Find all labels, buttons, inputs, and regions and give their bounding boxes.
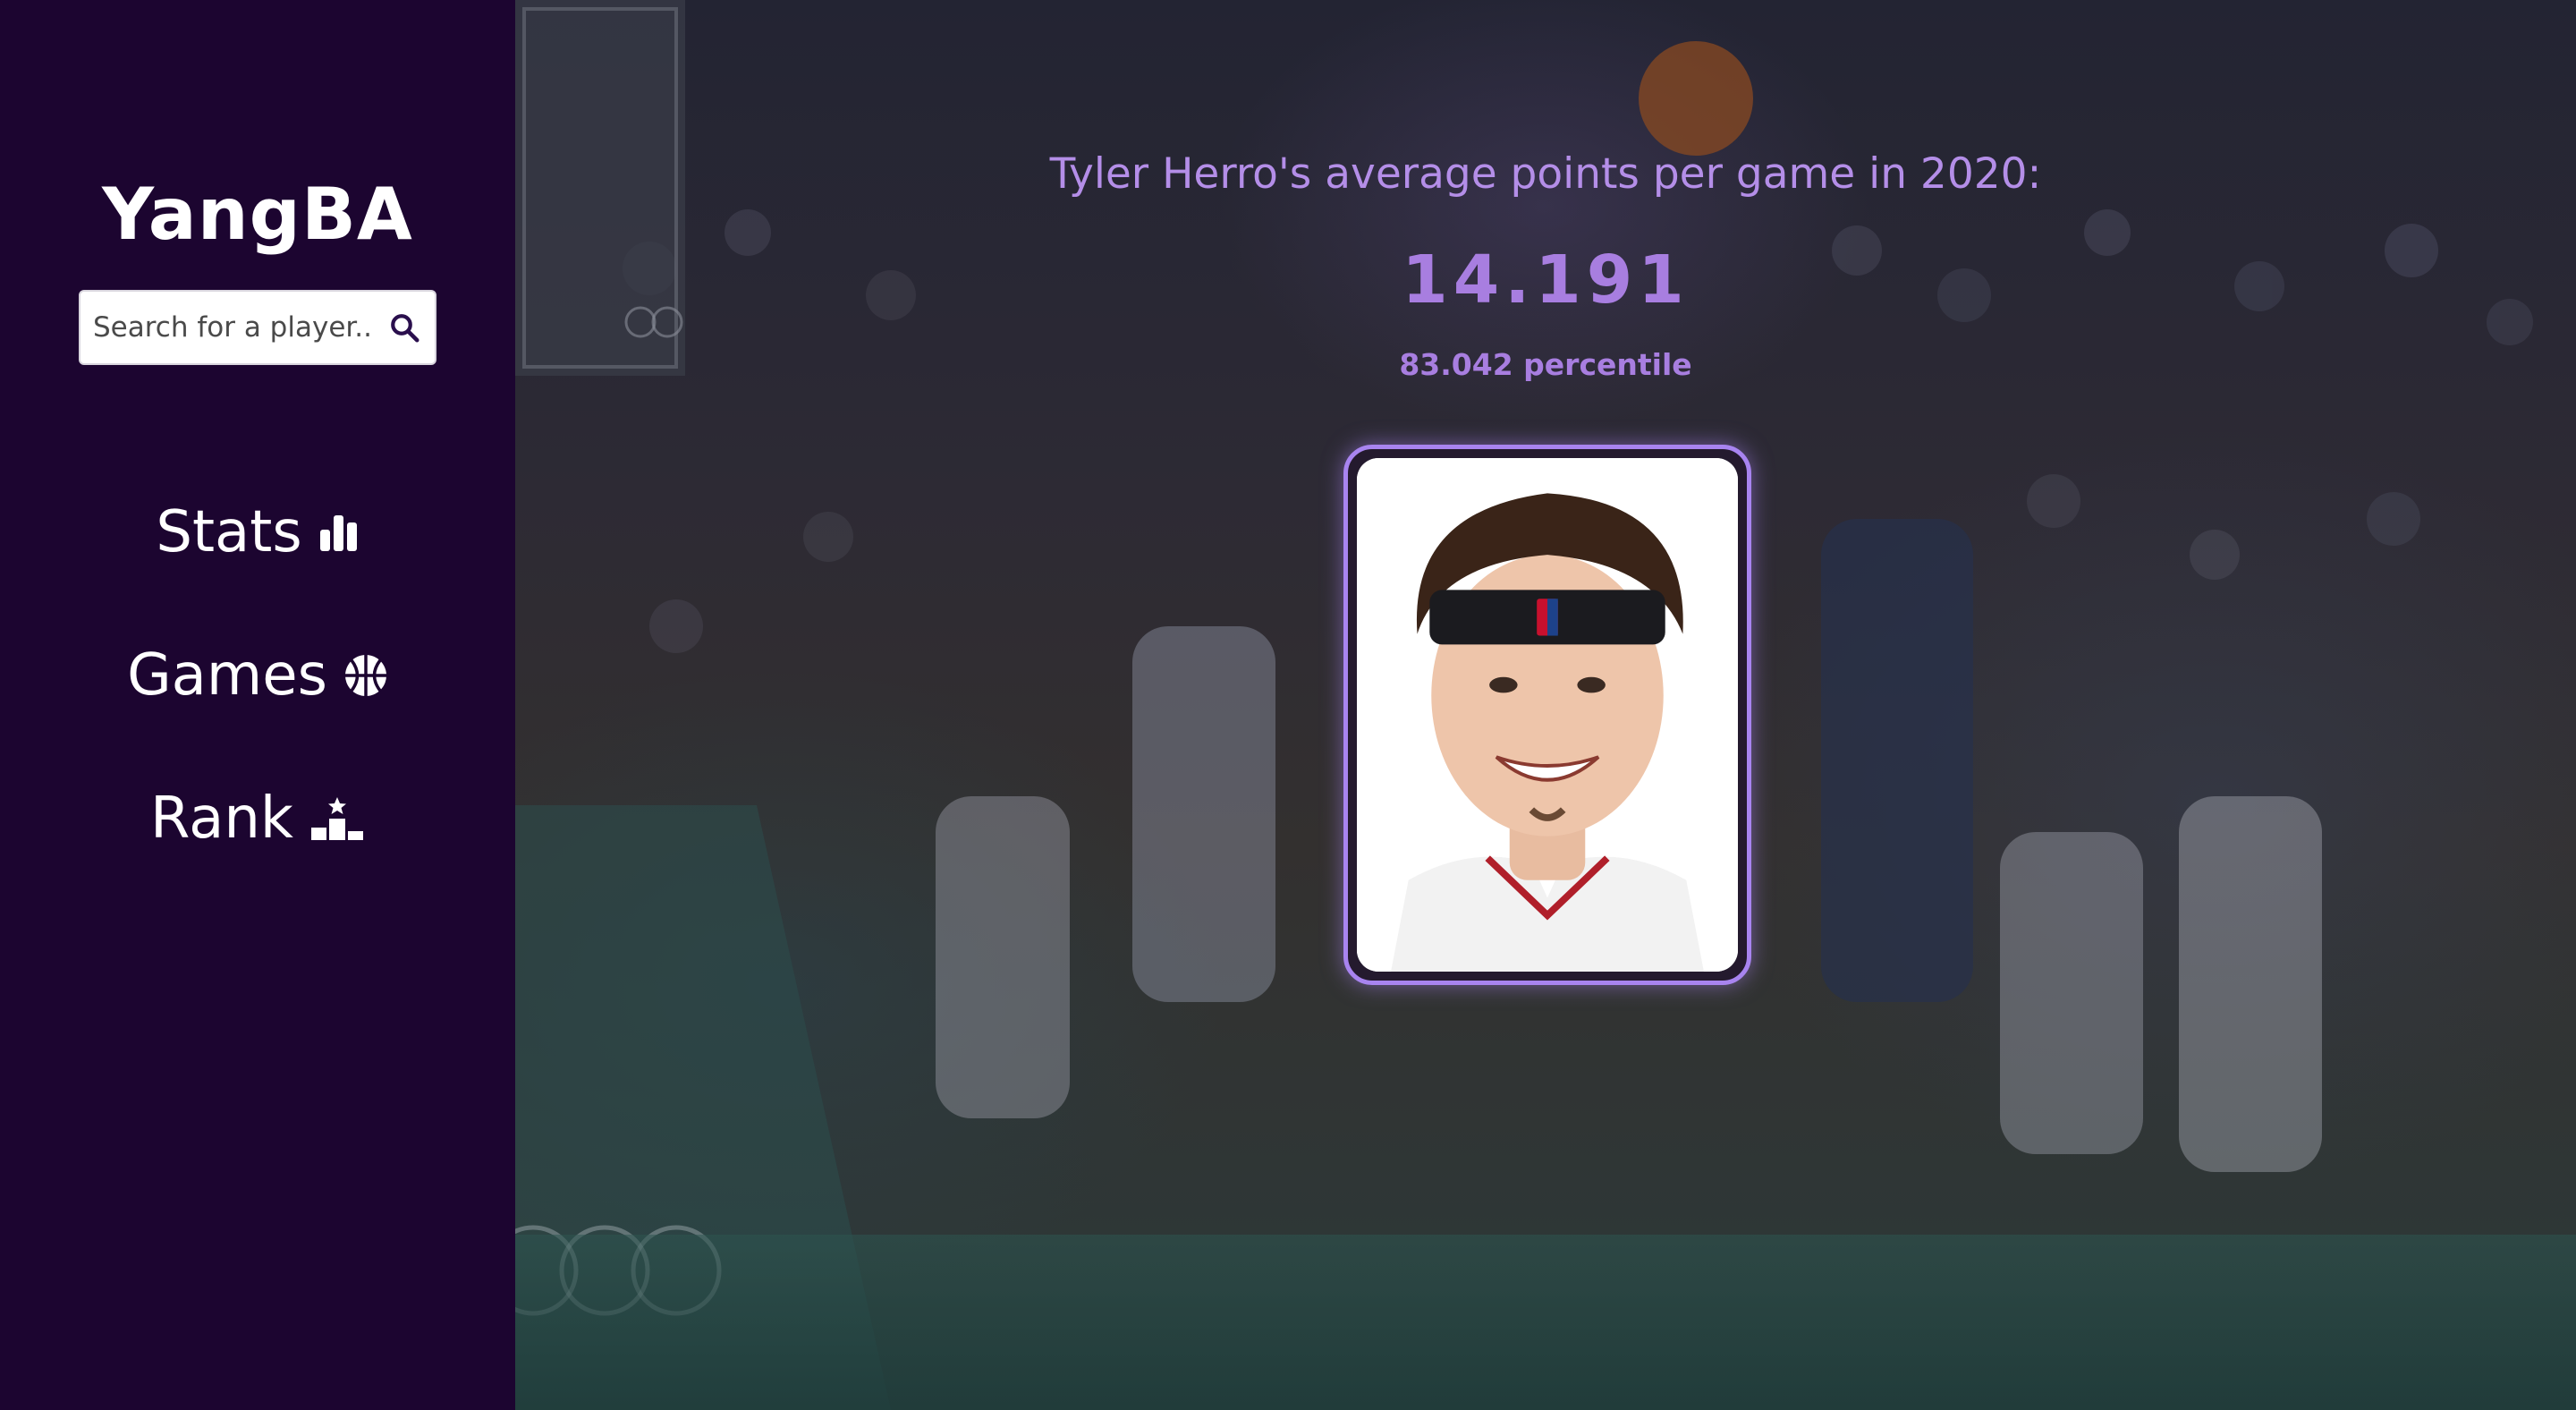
main-content: Tyler Herro's average points per game in… xyxy=(515,0,2576,1410)
player-search xyxy=(79,290,436,365)
nav-item-games[interactable]: Games xyxy=(0,635,515,716)
sidebar: YangBA Stats Games xyxy=(0,0,515,1410)
app-root: YangBA Stats Games xyxy=(0,0,2576,1410)
stat-headline: Tyler Herro's average points per game in… xyxy=(1049,149,2042,199)
player-headshot xyxy=(1357,458,1738,972)
nav-item-rank[interactable]: Rank xyxy=(0,778,515,859)
nav-item-label: Stats xyxy=(156,499,302,565)
nav-item-stats[interactable]: Stats xyxy=(0,492,515,573)
podium-icon xyxy=(310,797,363,840)
stat-value: 14.191 xyxy=(1402,242,1690,319)
search-icon[interactable] xyxy=(388,311,420,344)
court-floor xyxy=(515,1235,2576,1410)
nav-item-label: Games xyxy=(127,642,327,709)
nav-item-label: Rank xyxy=(150,786,293,852)
player-photo xyxy=(1357,458,1738,972)
stat-percentile: 83.042 percentile xyxy=(1399,347,1692,382)
search-input[interactable] xyxy=(93,292,370,363)
basketball-icon xyxy=(344,655,386,696)
bar-chart-icon xyxy=(319,515,357,551)
player-card xyxy=(1343,445,1751,985)
app-logo[interactable]: YangBA xyxy=(0,170,515,259)
